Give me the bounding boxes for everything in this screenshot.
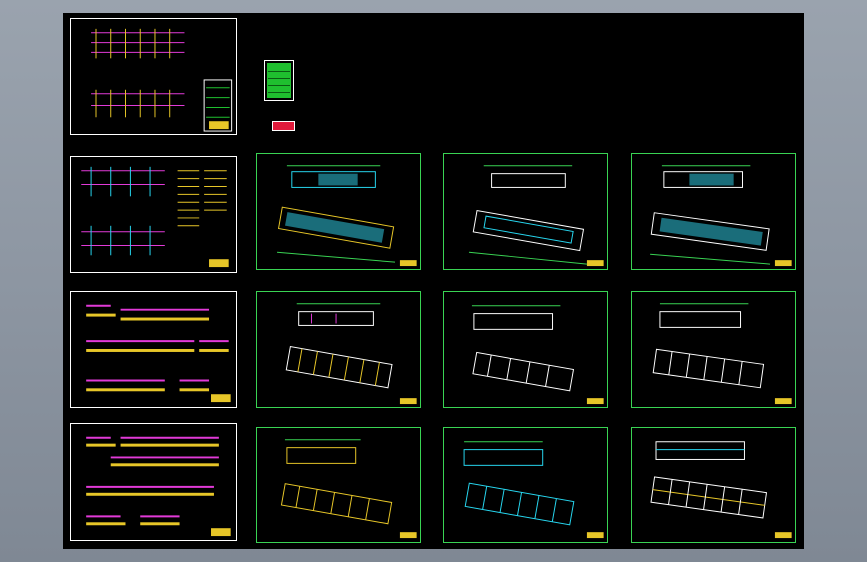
cad-drawing-canvas[interactable] [63,13,804,549]
floor-plan-drawing [650,165,792,267]
sheet-section-detail-1[interactable] [70,291,237,408]
floor-plan-drawing [652,303,792,405]
floor-plan-drawing [471,305,604,405]
sheet-section-detail-2[interactable] [70,423,237,541]
floor-plan-drawing [650,441,792,539]
sheet-floor-plan-9[interactable] [631,427,796,543]
floor-plan-drawing [285,303,417,405]
riser-diagram [81,166,229,268]
sheet-floor-plan-1[interactable] [256,153,421,270]
floor-plan-drawing [463,441,604,539]
section-diagram [86,304,231,403]
sheet-floor-plan-6[interactable] [631,291,796,408]
red-marker[interactable] [272,121,295,131]
floor-plan-drawing [468,165,604,267]
sheet-floor-plan-3[interactable] [631,153,796,270]
floor-plan-drawing [280,439,417,539]
legend-card[interactable] [264,60,294,101]
sheet-floor-plan-5[interactable] [443,291,608,408]
sheet-floor-plan-2[interactable] [443,153,608,270]
sheet-floor-plan-8[interactable] [443,427,608,543]
floor-plan-drawing [277,165,417,267]
sheet-electrical-riser-2[interactable] [70,156,237,273]
sheet-floor-plan-7[interactable] [256,427,421,543]
sheet-floor-plan-4[interactable] [256,291,421,408]
section-diagram [86,436,231,537]
sheet-electrical-riser-1[interactable] [70,18,237,135]
riser-diagram [91,28,233,132]
